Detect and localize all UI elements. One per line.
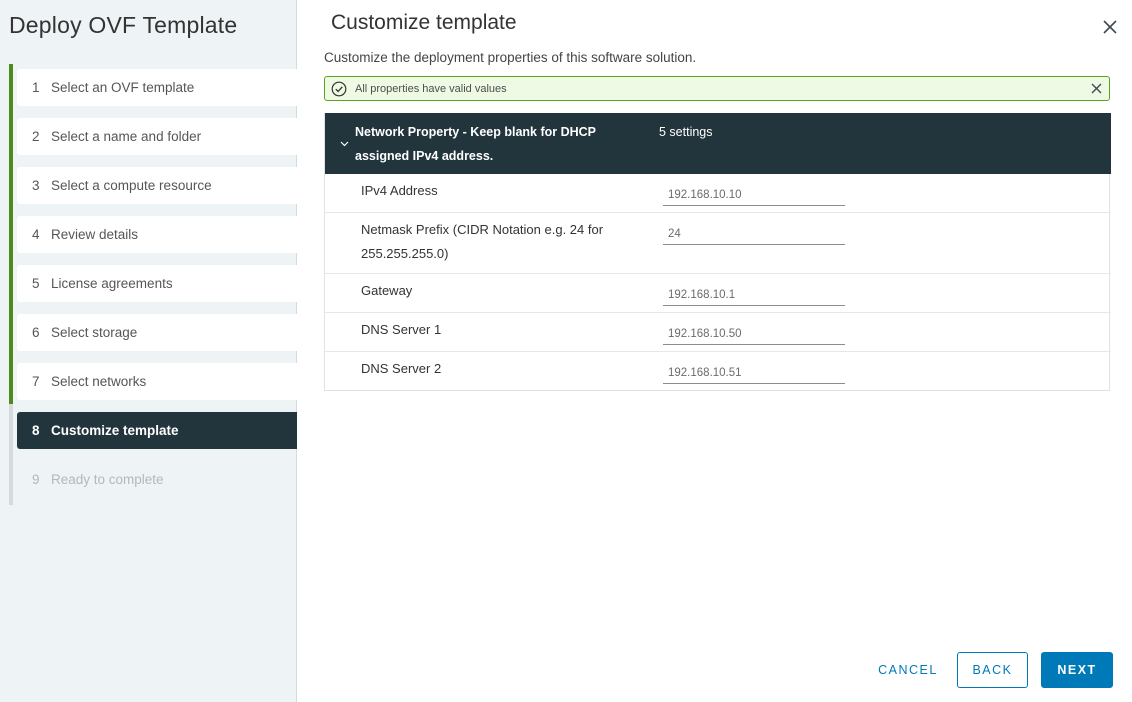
step-number: 5 [32,276,40,291]
step-license-agreements[interactable]: 5 License agreements [17,265,297,302]
netmask-prefix-input[interactable] [663,223,845,245]
step-label: Select networks [51,374,147,389]
step-review-details[interactable]: 4 Review details [17,216,297,253]
properties-grid: Network Property - Keep blank for DHCP a… [324,113,1111,391]
step-number: 7 [32,374,40,389]
step-label: License agreements [51,276,173,291]
close-button[interactable] [1101,18,1119,36]
wizard-title: Deploy OVF Template [9,12,238,38]
wizard-sidebar: Deploy OVF Template 1 Select an OVF temp… [0,0,297,702]
step-number: 3 [32,178,40,193]
property-label: Netmask Prefix (CIDR Notation e.g. 24 fo… [361,222,604,261]
step-customize-template[interactable]: 8 Customize template [17,412,297,449]
dns-server-1-input[interactable] [663,323,845,345]
step-label: Review details [51,227,139,242]
step-number: 9 [32,472,40,487]
step-number: 6 [32,325,40,340]
property-row-gateway: Gateway [325,274,1111,313]
page-title: Customize template [331,11,517,34]
step-number: 8 [32,423,40,438]
step-select-ovf-template[interactable]: 1 Select an OVF template [17,69,297,106]
property-row-netmask-prefix: Netmask Prefix (CIDR Notation e.g. 24 fo… [325,213,1111,274]
ipv4-address-input[interactable] [663,184,845,206]
step-label: Select an OVF template [51,80,195,95]
property-group-count: 5 settings [659,125,713,139]
step-label: Select a name and folder [51,129,202,144]
step-label: Select storage [51,325,138,340]
alert-dismiss-icon[interactable] [1090,82,1103,95]
step-number: 2 [32,129,40,144]
property-row-dns-server-2: DNS Server 2 [325,352,1111,391]
property-label: DNS Server 2 [361,361,442,376]
property-group-header[interactable]: Network Property - Keep blank for DHCP a… [325,113,1111,174]
close-icon [1103,20,1117,34]
step-select-name-folder[interactable]: 2 Select a name and folder [17,118,297,155]
step-label: Ready to complete [51,472,164,487]
step-select-storage[interactable]: 6 Select storage [17,314,297,351]
step-select-compute-resource[interactable]: 3 Select a compute resource [17,167,297,204]
step-number: 1 [32,80,40,95]
step-ready-to-complete: 9 Ready to complete [17,461,297,498]
alert-message: All properties have valid values [355,82,507,95]
step-label: Customize template [51,423,179,438]
deploy-ovf-wizard: Deploy OVF Template 1 Select an OVF temp… [0,0,1132,702]
property-label: Gateway [361,283,413,298]
step-select-networks[interactable]: 7 Select networks [17,363,297,400]
step-label: Select a compute resource [51,178,212,193]
chevron-down-icon[interactable] [339,138,350,149]
property-row-dns-server-1: DNS Server 1 [325,313,1111,352]
page-subtitle: Customize the deployment properties of t… [324,50,697,65]
next-button[interactable]: NEXT [1041,652,1113,688]
back-button[interactable]: BACK [957,652,1028,688]
property-row-ipv4-address: IPv4 Address [325,174,1111,213]
property-label: IPv4 Address [361,183,438,198]
wizard-progress-bar [9,64,13,505]
dns-server-2-input[interactable] [663,362,845,384]
step-number: 4 [32,227,40,242]
validation-alert: All properties have valid values [324,76,1110,101]
property-group-name: Network Property - Keep blank for DHCP a… [355,125,596,163]
property-label: DNS Server 1 [361,322,442,337]
cancel-button[interactable]: CANCEL [868,652,948,688]
wizard-progress-fill [9,64,13,404]
gateway-input[interactable] [663,284,845,306]
check-circle-icon [331,81,347,96]
